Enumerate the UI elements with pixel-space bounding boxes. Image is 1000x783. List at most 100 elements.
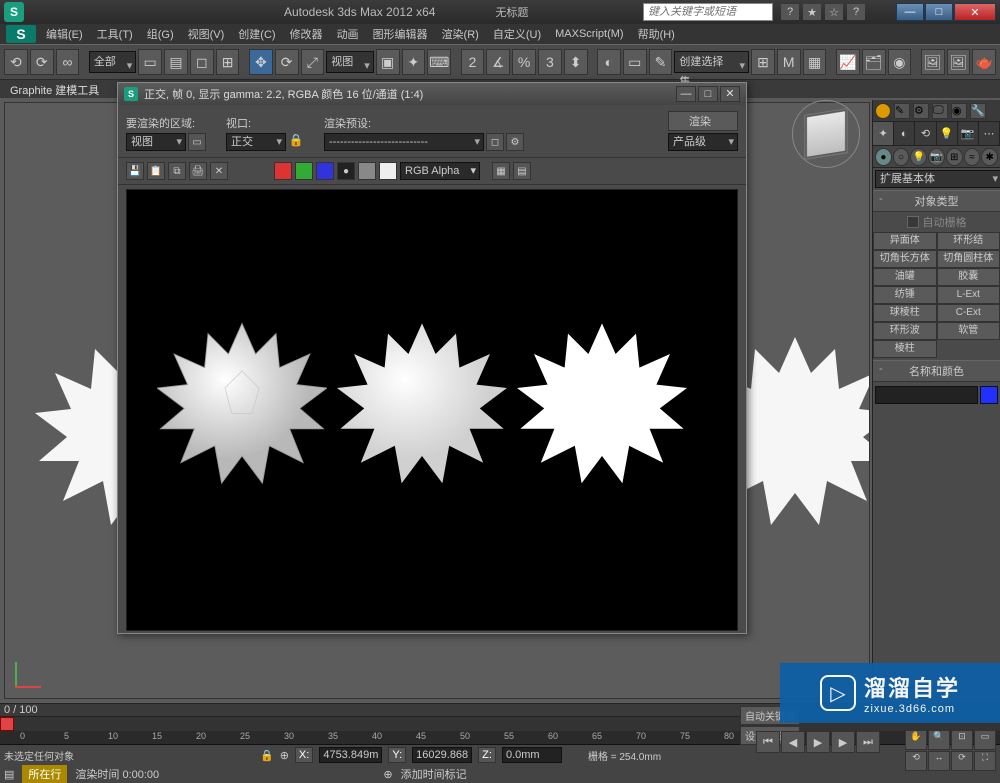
window-cross-icon[interactable]: ⊞ [216, 49, 240, 75]
section-object-type[interactable]: 对象类型 [873, 190, 1000, 212]
rw-maximize-button[interactable]: □ [698, 86, 718, 102]
array-icon[interactable]: ▦ [803, 49, 827, 75]
transform-typein-icon[interactable]: ⊕ [280, 749, 289, 762]
goto-start-icon[interactable]: ⏮ [756, 731, 780, 753]
app-icon[interactable]: S [4, 2, 24, 22]
next-frame-icon[interactable]: ▶ [831, 731, 855, 753]
lock-icon[interactable]: 🔒 [288, 133, 304, 149]
display-tab-icon[interactable]: 📷 [958, 122, 979, 145]
create-环形结-button[interactable]: 环形结 [937, 232, 1000, 250]
prev-frame-icon[interactable]: ◀ [781, 731, 805, 753]
menu-maxscript[interactable]: MAXScript(M) [555, 28, 623, 40]
nav-pan-icon[interactable]: ✋ [905, 730, 927, 750]
create-C-Ext-button[interactable]: C-Ext [937, 304, 1000, 322]
create-纺锤-button[interactable]: 纺锤 [873, 286, 937, 304]
create-胶囊-button[interactable]: 胶囊 [937, 268, 1000, 286]
create-L-Ext-button[interactable]: L-Ext [937, 286, 1000, 304]
rw-minimize-button[interactable]: — [676, 86, 696, 102]
maximize-button[interactable]: □ [925, 3, 953, 21]
material-editor-icon[interactable]: ◉ [888, 49, 912, 75]
channel-green-icon[interactable] [295, 162, 313, 180]
create-球棱柱-button[interactable]: 球棱柱 [873, 304, 937, 322]
nav-region-icon[interactable]: ▭ [974, 730, 996, 750]
quick-align-icon[interactable]: ✎ [649, 49, 673, 75]
align-icon[interactable]: ▭ [623, 49, 647, 75]
snap-angle-icon[interactable]: ∡ [486, 49, 510, 75]
pivot-icon[interactable]: ▣ [376, 49, 400, 75]
keyboard-icon[interactable]: ⌨ [427, 49, 451, 75]
nav-dolly-icon[interactable]: ↔ [928, 751, 950, 771]
render-setup-icon[interactable]: 🖼 [921, 49, 945, 75]
snap-3d-icon[interactable]: 3 [538, 49, 562, 75]
menu-group[interactable]: 组(G) [147, 26, 174, 42]
star-icon-2[interactable]: ☆ [825, 4, 843, 20]
name-select-icon[interactable]: ▤ [164, 49, 188, 75]
channel-mono-icon[interactable] [358, 162, 376, 180]
schematic-icon[interactable]: 🗂 [862, 49, 886, 75]
move-icon[interactable]: ✥ [249, 49, 273, 75]
menu-customize[interactable]: 自定义(U) [493, 26, 541, 42]
rotate-icon[interactable]: ⟳ [275, 49, 299, 75]
rw-viewport-dropdown[interactable]: 正交 [226, 133, 286, 151]
add-time-marker[interactable]: 添加时间标记 [401, 766, 467, 782]
layers-icon[interactable]: ⊞ [751, 49, 775, 75]
nav-fov-icon[interactable]: ⊡ [951, 730, 973, 750]
maxscript-listener-icon[interactable]: ▤ [4, 768, 14, 781]
help-icon[interactable]: ? [781, 4, 799, 20]
panel-icon[interactable]: ⚙ [913, 103, 929, 119]
systems-sub-icon[interactable]: ✱ [981, 148, 998, 166]
section-name-color[interactable]: 名称和颜色 [873, 360, 1000, 382]
manip-icon[interactable]: ✦ [402, 49, 426, 75]
rw-toggle-ui-icon[interactable]: ▤ [513, 162, 531, 180]
search-input[interactable] [643, 3, 773, 21]
link-icon[interactable]: ⟳ [30, 49, 54, 75]
select-icon[interactable]: ▭ [138, 49, 162, 75]
menu-views[interactable]: 视图(V) [188, 26, 225, 42]
menu-tools[interactable]: 工具(T) [97, 26, 133, 42]
nav-max-icon[interactable]: ⛶ [974, 751, 996, 771]
nav-roll-icon[interactable]: ⟳ [951, 751, 973, 771]
create-tab-icon[interactable]: ✦ [873, 122, 894, 145]
object-name-input[interactable] [875, 386, 978, 404]
refcoord-dropdown[interactable]: 视图 [326, 51, 373, 73]
rect-select-icon[interactable]: ◻ [190, 49, 214, 75]
y-value[interactable]: 16029.868 [412, 747, 472, 763]
render-canvas[interactable] [126, 189, 738, 631]
rw-channel-dropdown[interactable]: RGB Alpha [400, 162, 480, 180]
create-异面体-button[interactable]: 异面体 [873, 232, 937, 250]
nav-orbit-icon[interactable]: ⟲ [905, 751, 927, 771]
minimize-button[interactable]: — [896, 3, 924, 21]
menu-create[interactable]: 创建(C) [238, 26, 275, 42]
auto-grid-checkbox[interactable] [907, 216, 919, 228]
rw-product-dropdown[interactable]: 产品级 [668, 133, 738, 151]
channel-bg-icon[interactable] [379, 162, 397, 180]
rw-preset-dropdown[interactable]: --------------------------- [324, 133, 484, 151]
mirror-icon[interactable]: ◐ [597, 49, 621, 75]
menu-animation[interactable]: 动画 [337, 26, 359, 42]
menu-edit[interactable]: 编辑(E) [46, 26, 83, 42]
snap-percent-icon[interactable]: % [512, 49, 536, 75]
menu-modifiers[interactable]: 修改器 [290, 26, 323, 42]
snap-2d-icon[interactable]: 2 [461, 49, 485, 75]
channel-blue-icon[interactable] [316, 162, 334, 180]
utility-tab-icon[interactable]: ⋯ [979, 122, 1000, 145]
time-slider-icon[interactable] [0, 717, 14, 731]
undo-link-icon[interactable]: ⟲ [4, 49, 28, 75]
rw-clone-icon[interactable]: ⧉ [168, 162, 186, 180]
lock-selection-icon[interactable]: 🔒 [260, 749, 274, 762]
ribbon-tab-graphite[interactable]: Graphite 建模工具 [10, 82, 99, 98]
channel-alpha-icon[interactable]: ● [337, 162, 355, 180]
render-frame-icon[interactable]: 🖼 [947, 49, 971, 75]
help2-icon[interactable]: ? [847, 4, 865, 20]
panel-icon[interactable]: 🖵 [932, 103, 948, 119]
rw-area-dropdown[interactable]: 视图 [126, 133, 186, 151]
play-icon[interactable]: ▶ [806, 731, 830, 753]
modify-tab-icon[interactable]: ◐ [894, 122, 915, 145]
hierarchy-tab-icon[interactable]: ⟲ [915, 122, 936, 145]
create-棱柱-button[interactable]: 棱柱 [873, 340, 937, 358]
cameras-sub-icon[interactable]: 📷 [928, 148, 945, 166]
rw-save-icon[interactable]: 💾 [126, 162, 144, 180]
spacewarps-sub-icon[interactable]: ≈ [964, 148, 981, 166]
nav-zoom-icon[interactable]: 🔍 [928, 730, 950, 750]
time-tag-icon[interactable]: ⊕ [383, 768, 392, 781]
